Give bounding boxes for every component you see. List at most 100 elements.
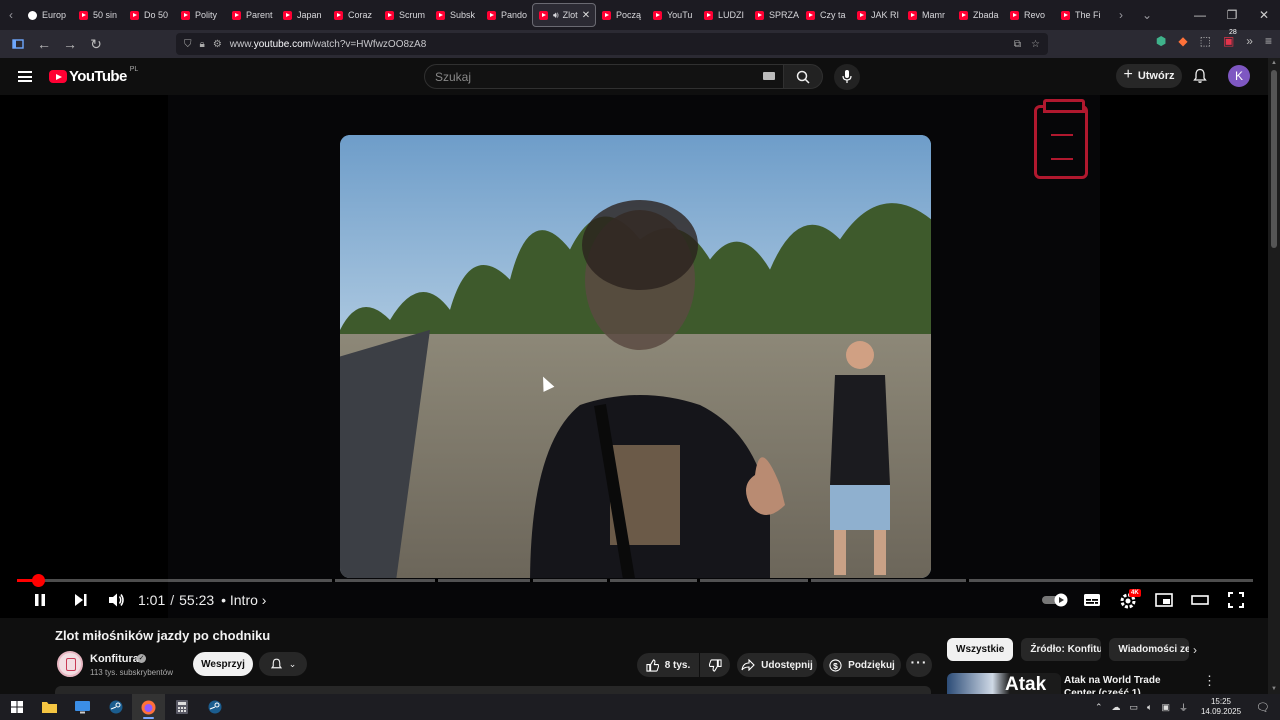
tab[interactable]: Polity	[175, 3, 226, 27]
url-text[interactable]: www.youtube.com/watch?v=HWfwzOO8zA8	[230, 39, 426, 50]
bookmark-star-icon[interactable]: ☆	[1031, 39, 1040, 50]
minimize-button[interactable]: —	[1184, 0, 1216, 30]
channel-watermark-logo[interactable]	[1034, 99, 1088, 179]
filter-chip[interactable]: Wszystkie	[947, 638, 1014, 661]
create-button[interactable]: + Utwórz	[1116, 64, 1182, 88]
picture-in-picture-icon[interactable]: ⧉	[1014, 39, 1021, 50]
permissions-icon[interactable]: ⚙	[213, 39, 222, 50]
taskbar-calculator[interactable]	[165, 694, 198, 720]
vpn-shield-icon[interactable]: ⬢	[1156, 34, 1166, 48]
tab[interactable]: Pando	[481, 3, 532, 27]
taskbar-steam-2[interactable]	[198, 694, 231, 720]
tab-close-icon[interactable]: ✕	[582, 10, 590, 21]
pause-button[interactable]	[28, 585, 52, 615]
taskbar-remote-desktop[interactable]	[66, 694, 99, 720]
tab-scroll-right-button[interactable]: ›	[1110, 0, 1132, 30]
tab[interactable]: Europ	[22, 3, 73, 27]
recommended-title[interactable]: Atak na World Trade Center (część 1)	[1064, 674, 1194, 694]
thanks-button[interactable]: $ Podziękuj	[823, 653, 901, 677]
tab[interactable]: Do 50	[124, 3, 175, 27]
storage-icon[interactable]: ▭	[1130, 702, 1139, 713]
video-player[interactable]: 1:01/55:23 • Intro › 4K	[0, 95, 1268, 618]
network-icon[interactable]: ▣	[1161, 702, 1170, 713]
extension-fox-icon[interactable]: ◆	[1178, 34, 1187, 48]
taskbar-firefox[interactable]	[132, 694, 165, 720]
search-input[interactable]: Szukaj	[424, 64, 784, 89]
app-menu-icon[interactable]: ≡	[1265, 34, 1272, 48]
tab[interactable]: SPRZA	[749, 3, 800, 27]
tab-active[interactable]: 🔊︎ Zlot ✕	[532, 3, 596, 27]
guide-menu-icon[interactable]	[18, 71, 32, 82]
shield-icon[interactable]: ⛉	[184, 39, 192, 50]
tab[interactable]: Czy ta	[800, 3, 851, 27]
like-button[interactable]: 8 tys.	[637, 653, 699, 677]
tab[interactable]: LUDZI	[698, 3, 749, 27]
voice-search-button[interactable]	[834, 64, 860, 90]
next-button[interactable]	[68, 585, 92, 615]
chapter-button[interactable]: • Intro ›	[221, 592, 266, 608]
subscription-bell-button[interactable]: ⌄	[259, 652, 307, 676]
tab[interactable]: Subsk	[430, 3, 481, 27]
scroll-down-arrow-icon[interactable]: ▼	[1271, 686, 1277, 692]
tab[interactable]: 50 sin	[73, 3, 124, 27]
channel-name[interactable]: Konfitura	[90, 653, 139, 665]
back-button[interactable]: ←	[32, 32, 56, 56]
taskbar-file-explorer[interactable]	[33, 694, 66, 720]
notification-center-icon[interactable]: 🗨︎	[1256, 701, 1270, 714]
show-hidden-icons-chevron-icon[interactable]: ⌃	[1095, 702, 1103, 713]
overflow-menu-icon[interactable]: »	[1246, 34, 1253, 48]
taskbar-steam[interactable]	[99, 694, 132, 720]
account-avatar[interactable]: K	[1228, 65, 1250, 87]
tab[interactable]: The Fi	[1055, 3, 1106, 27]
channel-avatar[interactable]	[57, 651, 83, 677]
autoplay-toggle[interactable]	[1040, 585, 1070, 615]
page-scrollbar[interactable]: ▲ ▼	[1268, 58, 1280, 694]
settings-button[interactable]: 4K	[1116, 585, 1142, 615]
recommended-thumbnail[interactable]: Atak	[947, 673, 1061, 694]
subtitles-button[interactable]	[1080, 585, 1104, 615]
mute-button[interactable]	[104, 585, 128, 615]
miniplayer-button[interactable]	[1152, 585, 1176, 615]
start-button[interactable]	[0, 694, 33, 720]
address-bar[interactable]: ⛉ 🔒︎ ⚙ www.youtube.com/watch?v=HWfwzOO8z…	[176, 33, 1048, 55]
extension-badge-icon[interactable]: ▣ 28	[1223, 29, 1237, 48]
tab[interactable]: Zbada	[953, 3, 1004, 27]
tab[interactable]: Japan	[277, 3, 328, 27]
tab[interactable]: Scrum	[379, 3, 430, 27]
fullscreen-button[interactable]	[1224, 585, 1248, 615]
forward-button[interactable]: →	[58, 32, 82, 56]
close-window-button[interactable]: ✕	[1248, 0, 1280, 30]
speaker-icon[interactable]: 🔈︎	[1147, 702, 1152, 713]
tab-scroll-left-button[interactable]: ‹	[0, 0, 22, 30]
filter-chip[interactable]: Wiadomości ze	[1109, 638, 1190, 661]
dislike-button[interactable]	[700, 653, 730, 677]
reload-button[interactable]: ↻	[84, 32, 108, 56]
progress-bar[interactable]	[17, 574, 1253, 587]
tab[interactable]: JAK RI	[851, 3, 902, 27]
share-button[interactable]: Udostępnij	[737, 653, 817, 677]
tab[interactable]: Revo	[1004, 3, 1055, 27]
support-button[interactable]: Wesprzyj	[193, 652, 253, 676]
tab[interactable]: YouTu	[647, 3, 698, 27]
more-actions-button[interactable]: ···	[906, 653, 932, 677]
tab-list-button[interactable]: ⌄	[1136, 0, 1158, 30]
extensions-puzzle-icon[interactable]: ⬚	[1200, 34, 1211, 48]
tab-audio-icon[interactable]: 🔊︎	[553, 10, 559, 21]
lock-icon[interactable]: 🔒︎	[200, 39, 205, 50]
onedrive-cloud-icon[interactable]: ☁	[1112, 702, 1121, 713]
scroll-up-arrow-icon[interactable]: ▲	[1271, 60, 1277, 66]
keyboard-icon[interactable]	[763, 72, 775, 80]
usb-icon[interactable]: ⏚	[1179, 701, 1188, 714]
scrollbar-thumb[interactable]	[1271, 70, 1277, 248]
youtube-logo[interactable]: YouTube PL	[49, 66, 138, 85]
tab[interactable]: Począ	[596, 3, 647, 27]
notifications-bell-icon[interactable]	[1192, 68, 1208, 84]
search-button[interactable]	[783, 64, 823, 89]
tab[interactable]: Parent	[226, 3, 277, 27]
clock[interactable]: 15:25 14.09.2025	[1201, 697, 1241, 717]
filter-chip[interactable]: Źródło: Konfitura	[1021, 638, 1102, 661]
recommended-more-icon[interactable]: ⋮	[1203, 673, 1216, 689]
tab[interactable]: Coraz	[328, 3, 379, 27]
sidebar-toggle-icon[interactable]	[6, 32, 30, 56]
theater-mode-button[interactable]	[1188, 585, 1212, 615]
